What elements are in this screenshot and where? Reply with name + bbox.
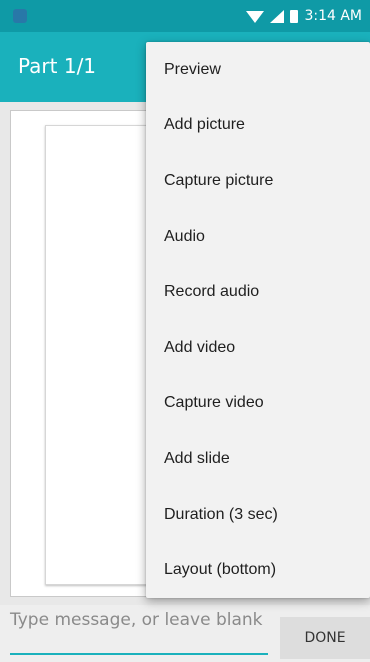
- menu-item-add-slide[interactable]: Add slide: [146, 431, 370, 487]
- signal-icon: [270, 9, 285, 23]
- menu-item-duration[interactable]: Duration (3 sec): [146, 487, 370, 543]
- done-button[interactable]: DONE: [280, 617, 370, 659]
- menu-item-audio[interactable]: Audio: [146, 209, 370, 265]
- menu-item-preview[interactable]: Preview: [146, 42, 370, 98]
- status-bar: 3:14 AM: [0, 0, 370, 32]
- overflow-menu: Preview Add picture Capture picture Audi…: [146, 42, 370, 598]
- page-title: Part 1/1: [18, 54, 97, 78]
- wifi-icon: [246, 11, 265, 23]
- battery-icon: [290, 9, 299, 23]
- compose-bar: Type message, or leave blank DONE: [0, 605, 370, 662]
- app-notification-icon: [13, 9, 27, 23]
- menu-item-add-picture[interactable]: Add picture: [146, 98, 370, 154]
- menu-item-layout[interactable]: Layout (bottom): [146, 542, 370, 598]
- menu-item-capture-video[interactable]: Capture video: [146, 376, 370, 432]
- menu-item-record-audio[interactable]: Record audio: [146, 264, 370, 320]
- menu-item-add-video[interactable]: Add video: [146, 320, 370, 376]
- status-icons: 3:14 AM: [246, 7, 362, 25]
- message-input[interactable]: Type message, or leave blank: [10, 609, 268, 655]
- menu-item-capture-picture[interactable]: Capture picture: [146, 153, 370, 209]
- status-time: 3:14 AM: [304, 8, 362, 24]
